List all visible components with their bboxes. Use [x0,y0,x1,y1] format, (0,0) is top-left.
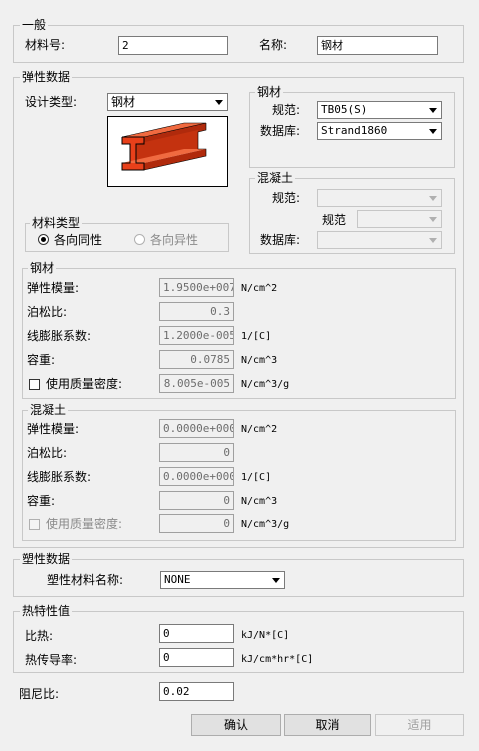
thermal-legend: 热特性值 [20,604,73,618]
name-label: 名称: [259,38,288,52]
concrete-modulus-input[interactable]: 0.0000e+000 [159,419,234,438]
concrete-spec2-select[interactable] [357,210,442,228]
conductivity-label: 热传导率: [25,653,78,667]
specific-heat-unit: kJ/N*[C] [241,630,290,641]
steel-thermal-input[interactable]: 1.2000e-005 [159,326,234,345]
apply-button[interactable]: 适用 [375,714,464,736]
anisotropic-radio[interactable] [134,234,145,245]
concrete-poisson-input[interactable]: 0 [159,443,234,462]
specific-heat-input[interactable]: 0 [159,624,234,643]
damping-label: 阻尼比: [19,687,60,701]
steel-weight-unit: N/cm^3 [241,355,278,366]
steel-spec-select[interactable]: TB05(S) [317,101,442,119]
steel-db-label: 数据库: [260,124,301,138]
concrete-spec2-label: 规范 [322,213,347,227]
concrete-spec-select[interactable] [317,189,442,207]
concrete-weight-input[interactable]: 0 [159,491,234,510]
steel-weight-label: 容重: [27,353,56,367]
material-no-label: 材料号: [25,38,66,52]
steel-modulus-input[interactable]: 1.9500e+007 [159,278,234,297]
steel-modulus-label: 弹性模量: [27,281,80,295]
plastic-name-label: 塑性材料名称: [47,573,124,587]
steel-mass-density-checkbox[interactable] [29,379,40,390]
conductivity-unit: kJ/cm*hr*[C] [241,654,314,665]
design-type-select[interactable]: 钢材 [107,93,228,111]
concrete-db-select[interactable] [317,231,442,249]
plastic-name-value: NONE [164,573,191,586]
chevron-down-icon [425,191,440,205]
steel-mass-density-unit: N/cm^3/g [241,379,290,390]
concrete-mass-density-checkbox[interactable] [29,519,40,530]
steel-db-value: Strand1860 [321,124,388,137]
steel-poisson-input[interactable]: 0.3 [159,302,234,321]
conductivity-input[interactable]: 0 [159,648,234,667]
steel-spec-label: 规范: [272,103,301,117]
steel-poisson-label: 泊松比: [27,305,68,319]
concrete-modulus-label: 弹性模量: [27,422,80,436]
plastic-legend: 塑性数据 [20,552,73,566]
steel-spec-legend: 钢材 [255,85,284,99]
chevron-down-icon [425,212,440,226]
isotropic-label[interactable]: 各向同性 [54,233,102,247]
steel-db-select[interactable]: Strand1860 [317,122,442,140]
steel-mass-density-label[interactable]: 使用质量密度: [46,377,122,391]
concrete-modulus-unit: N/cm^2 [241,424,278,435]
specific-heat-label: 比热: [25,629,54,643]
thermal-group [13,611,464,673]
anisotropic-label[interactable]: 各向异性 [150,233,198,247]
name-input[interactable]: 钢材 [317,36,438,55]
steel-weight-input[interactable]: 0.0785 [159,350,234,369]
concrete-thermal-label: 线膨胀系数: [27,470,92,484]
concrete-weight-label: 容重: [27,494,56,508]
steel-modulus-unit: N/cm^2 [241,283,278,294]
damping-input[interactable]: 0.02 [159,682,234,701]
design-type-label: 设计类型: [25,95,78,109]
material-type-legend: 材料类型 [30,216,83,230]
chevron-down-icon [425,124,440,138]
concrete-mass-density-input[interactable]: 0 [159,514,234,533]
steel-beam-icon [121,122,207,171]
concrete-thermal-input[interactable]: 0.0000e+000 [159,467,234,486]
concrete-poisson-label: 泊松比: [27,446,68,460]
chevron-down-icon [268,573,283,587]
concrete-mass-density-label[interactable]: 使用质量密度: [46,517,122,531]
general-legend: 一般 [20,18,49,32]
steel-spec-value: TB05(S) [321,103,368,116]
concrete-spec-legend: 混凝土 [255,171,296,185]
cancel-button[interactable]: 取消 [284,714,371,736]
steel-props-legend: 钢材 [28,261,57,275]
chevron-down-icon [425,233,440,247]
concrete-thermal-unit: 1/[C] [241,472,272,483]
concrete-db-label: 数据库: [260,233,301,247]
steel-thermal-unit: 1/[C] [241,331,272,342]
concrete-spec-label: 规范: [272,191,301,205]
chevron-down-icon [211,95,226,109]
material-no-input[interactable]: 2 [118,36,228,55]
chevron-down-icon [425,103,440,117]
design-type-value: 钢材 [111,95,136,109]
plastic-name-select[interactable]: NONE [160,571,285,589]
ok-button[interactable]: 确认 [191,714,281,736]
steel-beam-image [107,116,228,187]
steel-thermal-label: 线膨胀系数: [27,329,92,343]
steel-mass-density-input[interactable]: 8.005e-005 [159,374,234,393]
concrete-props-legend: 混凝土 [28,403,69,417]
elastic-legend: 弹性数据 [20,70,73,84]
isotropic-radio[interactable] [38,234,49,245]
concrete-mass-density-unit: N/cm^3/g [241,519,290,530]
concrete-weight-unit: N/cm^3 [241,496,278,507]
